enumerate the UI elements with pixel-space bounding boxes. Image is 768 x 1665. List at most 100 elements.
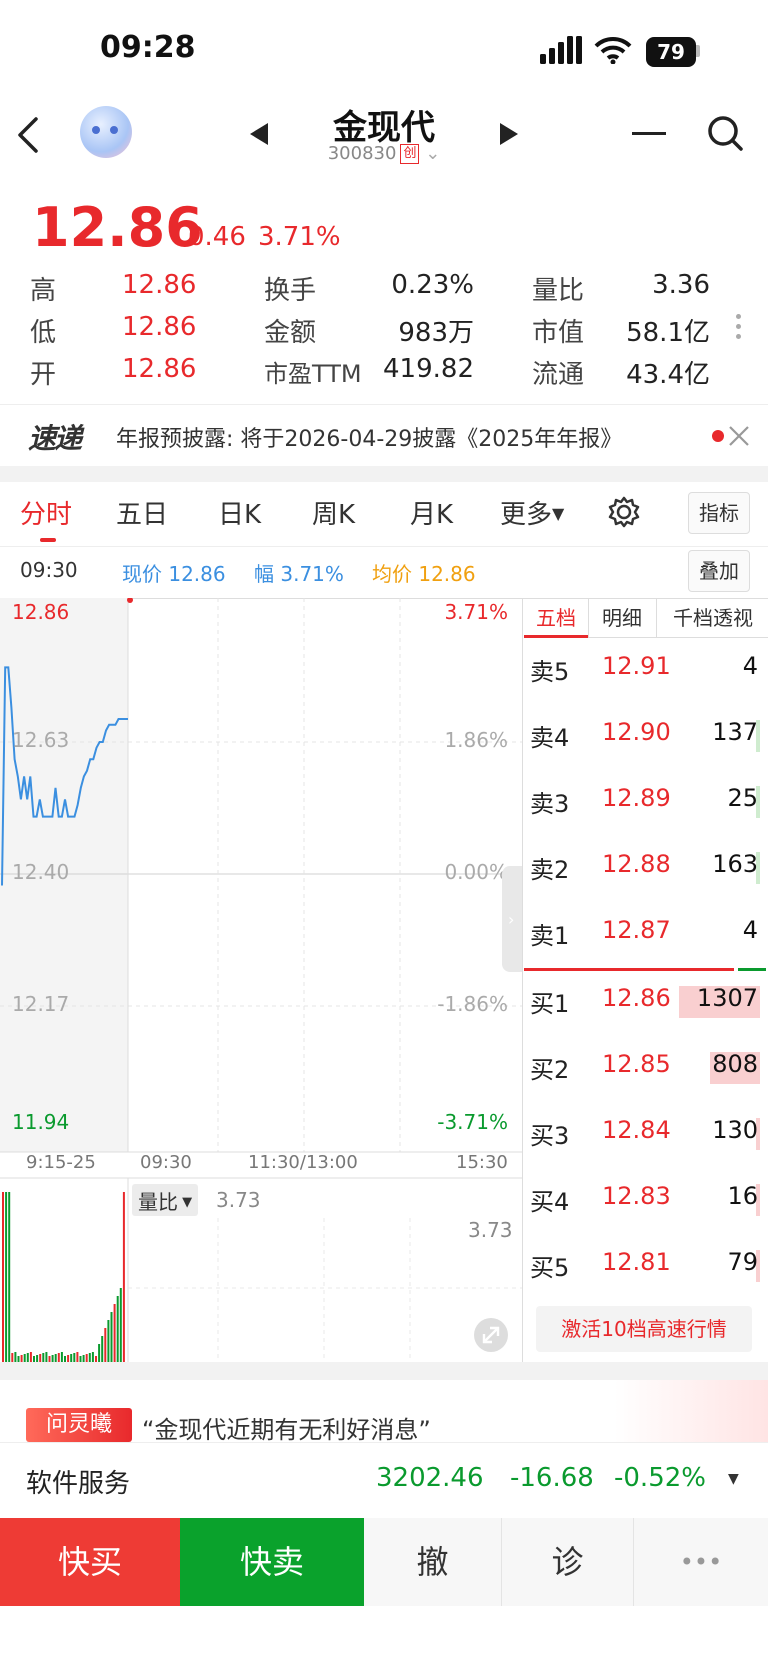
volume-bar bbox=[85, 1354, 88, 1362]
minimize-icon[interactable] bbox=[632, 132, 666, 135]
volume-right-value: 3.73 bbox=[468, 1218, 513, 1242]
ai-assistant-bar[interactable]: 问灵曦 “金现代近期有无利好消息” bbox=[0, 1380, 768, 1444]
y-axis-pct-label: -1.86% bbox=[437, 992, 508, 1016]
y-axis-pct-label: -3.71% bbox=[437, 1110, 508, 1134]
level-volume: 130 bbox=[712, 1116, 758, 1144]
level-label: 买4 bbox=[530, 1188, 570, 1216]
volume-bar bbox=[20, 1355, 23, 1362]
info-price-value: 12.86 bbox=[168, 562, 226, 586]
level-label: 买3 bbox=[530, 1122, 570, 1150]
tab-more[interactable]: 更多▼ bbox=[500, 494, 564, 531]
signal-icon bbox=[540, 36, 582, 64]
x-axis-label: 15:30 bbox=[456, 1152, 508, 1173]
info-price-label: 现价 bbox=[122, 562, 162, 586]
ask-row[interactable]: 卖2 12.88 163 bbox=[530, 850, 760, 890]
chevron-down-icon: ⌄ bbox=[425, 143, 441, 164]
stat-value: 419.82 bbox=[383, 354, 474, 384]
tab-intraday[interactable]: 分时 bbox=[20, 494, 72, 531]
news-ticker[interactable]: 速递 年报预披露: 将于2026-04-29披露《2025年年报》 bbox=[0, 404, 768, 466]
stock-name: 金现代 bbox=[333, 108, 435, 148]
stat-label: 换手 bbox=[264, 276, 317, 306]
volume-bar bbox=[101, 1336, 104, 1362]
volume-bar bbox=[23, 1354, 26, 1362]
bid-row[interactable]: 买1 12.86 1307 bbox=[530, 984, 760, 1024]
collapse-handle[interactable]: › bbox=[502, 866, 522, 972]
price-change-pct: 3.71% bbox=[258, 222, 341, 252]
stat-value: 0.23% bbox=[391, 270, 474, 300]
y-axis-label: 12.63 bbox=[12, 728, 70, 752]
more-actions-button[interactable]: ••• bbox=[634, 1518, 768, 1606]
stat-label: 金额 bbox=[264, 318, 317, 348]
level-volume: 808 bbox=[712, 1050, 758, 1078]
tab-month-k[interactable]: 月K bbox=[410, 494, 453, 531]
bid-row[interactable]: 买4 12.83 16 bbox=[530, 1182, 760, 1222]
info-pct-label: 幅 bbox=[254, 562, 274, 586]
quick-sell-button[interactable]: 快卖 bbox=[180, 1518, 364, 1606]
sector-name: 软件服务 bbox=[26, 1469, 131, 1499]
next-stock-icon[interactable] bbox=[498, 121, 520, 147]
tab-week-k[interactable]: 周K bbox=[312, 494, 355, 531]
volume-bar bbox=[45, 1352, 48, 1362]
info-price: 现价 12.86 bbox=[122, 558, 226, 587]
gear-icon[interactable] bbox=[608, 496, 640, 528]
tab-five-day[interactable]: 五日 bbox=[116, 494, 168, 531]
volume-bar bbox=[82, 1355, 85, 1362]
volume-bar bbox=[98, 1344, 101, 1362]
stat-value: 43.4亿 bbox=[626, 360, 710, 390]
ask-row[interactable]: 卖1 12.87 4 bbox=[530, 916, 760, 956]
caret-down-icon: ▼ bbox=[728, 1471, 739, 1487]
y-axis-label: 12.40 bbox=[12, 860, 70, 884]
stock-code[interactable]: 300830 创 ⌄ bbox=[0, 143, 768, 164]
level-label: 卖5 bbox=[530, 658, 570, 686]
volume-indicator-label: 量比 bbox=[138, 1190, 178, 1214]
sector-bar[interactable]: 软件服务 3202.46 -16.68 -0.52% ▼ bbox=[0, 1442, 768, 1518]
volume-indicator-select[interactable]: 量比 ▼ bbox=[132, 1184, 199, 1216]
bid-row[interactable]: 买5 12.81 79 bbox=[530, 1248, 760, 1288]
ask-row[interactable]: 卖5 12.91 4 bbox=[530, 652, 760, 692]
level-price: 12.88 bbox=[602, 850, 671, 878]
app-screen: 09:28 79 金现代 300830创 ⌄ 12.86 0.46 3.71% bbox=[0, 0, 768, 1665]
level-label: 卖4 bbox=[530, 724, 570, 752]
search-icon[interactable] bbox=[706, 114, 744, 152]
volume-bar bbox=[29, 1352, 32, 1362]
stat-label: 流通 bbox=[532, 360, 585, 390]
bid-row[interactable]: 买2 12.85 808 bbox=[530, 1050, 760, 1090]
cancel-order-button[interactable]: 撤 bbox=[364, 1518, 502, 1606]
ask-row[interactable]: 卖4 12.90 137 bbox=[530, 718, 760, 758]
volume-bar bbox=[116, 1296, 119, 1362]
diagnose-button[interactable]: 诊 bbox=[502, 1518, 634, 1606]
level-price: 12.86 bbox=[602, 984, 671, 1012]
volume-bar bbox=[88, 1353, 91, 1362]
more-vertical-icon[interactable] bbox=[736, 314, 742, 339]
y-axis-pct-label: 0.00% bbox=[444, 860, 508, 884]
info-avg-label: 均价 bbox=[372, 562, 412, 586]
bid-row[interactable]: 买3 12.84 130 bbox=[530, 1116, 760, 1156]
activate-level10-button[interactable]: 激活10档高速行情 bbox=[536, 1306, 752, 1352]
sector-index: 3202.46 bbox=[376, 1463, 484, 1493]
divider bbox=[0, 466, 768, 482]
stat-value: 12.86 bbox=[122, 270, 197, 300]
y-axis-label: 12.17 bbox=[12, 992, 70, 1016]
level-price: 12.84 bbox=[602, 1116, 671, 1144]
volume-bar bbox=[104, 1328, 107, 1362]
level-label: 卖3 bbox=[530, 790, 570, 818]
stat-value: 58.1亿 bbox=[626, 318, 710, 348]
tab-day-k[interactable]: 日K bbox=[218, 494, 261, 531]
indicator-button[interactable]: 指标 bbox=[688, 492, 750, 534]
close-icon[interactable] bbox=[728, 425, 750, 447]
expand-icon[interactable] bbox=[474, 1318, 508, 1352]
quick-buy-button[interactable]: 快买 bbox=[0, 1518, 180, 1606]
overlay-button[interactable]: 叠加 bbox=[688, 550, 750, 592]
tab-depth[interactable]: 千档透视 bbox=[658, 598, 768, 638]
stat-value: 3.36 bbox=[652, 270, 710, 300]
volume-bar bbox=[110, 1312, 113, 1362]
level-volume: 163 bbox=[712, 850, 758, 878]
ask-row[interactable]: 卖3 12.89 25 bbox=[530, 784, 760, 824]
level-price: 12.87 bbox=[602, 916, 671, 944]
level-volume: 16 bbox=[727, 1182, 758, 1210]
tab-details[interactable]: 明细 bbox=[590, 598, 654, 638]
volume-bar bbox=[122, 1192, 125, 1362]
current-price: 12.86 bbox=[32, 196, 203, 259]
tab-level5[interactable]: 五档 bbox=[524, 598, 588, 638]
volume-bar bbox=[36, 1355, 39, 1362]
